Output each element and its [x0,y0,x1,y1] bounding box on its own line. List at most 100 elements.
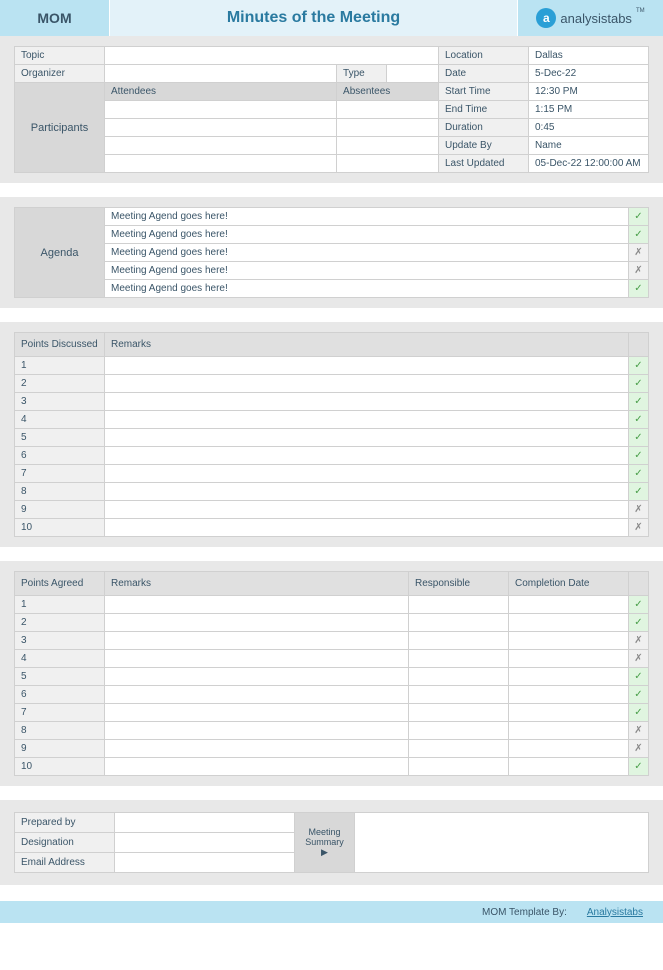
remarks-cell[interactable] [105,632,409,650]
updateby-value[interactable]: Name [529,137,649,155]
remarks-cell[interactable] [105,483,629,501]
remarks-cell[interactable] [105,650,409,668]
responsible-cell[interactable] [409,704,509,722]
responsible-cell[interactable] [409,614,509,632]
status-icon: ✗ [629,740,649,758]
agenda-item[interactable]: Meeting Agend goes here! [105,280,629,298]
agenda-section: AgendaMeeting Agend goes here!✓Meeting A… [0,197,663,308]
status-icon: ✓ [629,447,649,465]
completion-cell[interactable] [509,632,629,650]
agreed-col4: Completion Date [509,572,629,596]
start-label: Start Time [439,83,529,101]
responsible-cell[interactable] [409,668,509,686]
attendee-cell[interactable] [105,137,337,155]
absentee-cell[interactable] [337,155,439,173]
responsible-cell[interactable] [409,596,509,614]
attendee-cell[interactable] [105,101,337,119]
remarks-cell[interactable] [105,668,409,686]
completion-cell[interactable] [509,614,629,632]
completion-cell[interactable] [509,650,629,668]
responsible-cell[interactable] [409,686,509,704]
status-icon: ✗ [629,244,649,262]
remarks-cell[interactable] [105,614,409,632]
responsible-cell[interactable] [409,722,509,740]
responsible-cell[interactable] [409,758,509,776]
agenda-item[interactable]: Meeting Agend goes here! [105,244,629,262]
completion-cell[interactable] [509,758,629,776]
row-num: 4 [15,411,105,429]
remarks-cell[interactable] [105,722,409,740]
responsible-cell[interactable] [409,632,509,650]
participants-label: Participants [15,83,105,173]
attendee-cell[interactable] [105,119,337,137]
duration-value[interactable]: 0:45 [529,119,649,137]
summary-value[interactable] [355,813,649,873]
discussed-col1: Points Discussed [15,333,105,357]
type-label: Type [337,65,387,83]
absentee-cell[interactable] [337,137,439,155]
completion-cell[interactable] [509,596,629,614]
completion-cell[interactable] [509,704,629,722]
status-icon: ✓ [629,483,649,501]
duration-label: Duration [439,119,529,137]
remarks-cell[interactable] [105,758,409,776]
remarks-cell[interactable] [105,447,629,465]
remarks-cell[interactable] [105,411,629,429]
status-icon: ✗ [629,722,649,740]
agenda-item[interactable]: Meeting Agend goes here! [105,226,629,244]
row-num: 8 [15,483,105,501]
organizer-value[interactable] [105,65,337,83]
lastupdated-value[interactable]: 05-Dec-22 12:00:00 AM [529,155,649,173]
updateby-label: Update By [439,137,529,155]
type-value[interactable] [387,65,439,83]
agreed-status-header [629,572,649,596]
remarks-cell[interactable] [105,465,629,483]
prepared-value[interactable] [115,813,295,833]
remarks-cell[interactable] [105,375,629,393]
remarks-cell[interactable] [105,686,409,704]
absentee-cell[interactable] [337,101,439,119]
remarks-cell[interactable] [105,357,629,375]
discussed-status-header [629,333,649,357]
discussed-section: Points Discussed Remarks 1✓2✓3✓4✓5✓6✓7✓8… [0,322,663,547]
remarks-cell[interactable] [105,740,409,758]
topic-value[interactable] [105,47,439,65]
absentee-cell[interactable] [337,119,439,137]
credit-link[interactable]: Analysistabs [587,907,643,918]
status-icon: ✓ [629,429,649,447]
location-label: Location [439,47,529,65]
email-value[interactable] [115,853,295,873]
remarks-cell[interactable] [105,596,409,614]
status-icon: ✗ [629,262,649,280]
row-num: 3 [15,393,105,411]
row-num: 6 [15,447,105,465]
designation-value[interactable] [115,833,295,853]
summary-label[interactable]: MeetingSummary▶ [295,813,355,873]
agenda-table: AgendaMeeting Agend goes here!✓Meeting A… [14,207,649,298]
agenda-item[interactable]: Meeting Agend goes here! [105,208,629,226]
attendee-cell[interactable] [105,155,337,173]
remarks-cell[interactable] [105,429,629,447]
responsible-cell[interactable] [409,650,509,668]
row-num: 7 [15,465,105,483]
agreed-col2: Remarks [105,572,409,596]
end-value[interactable]: 1:15 PM [529,101,649,119]
date-value[interactable]: 5-Dec-22 [529,65,649,83]
remarks-cell[interactable] [105,519,629,537]
header: MOM Minutes of the Meeting a analysistab… [0,0,663,36]
remarks-cell[interactable] [105,704,409,722]
row-num: 9 [15,740,105,758]
remarks-cell[interactable] [105,501,629,519]
agenda-item[interactable]: Meeting Agend goes here! [105,262,629,280]
completion-cell[interactable] [509,686,629,704]
discussed-table: Points Discussed Remarks 1✓2✓3✓4✓5✓6✓7✓8… [14,332,649,537]
row-num: 6 [15,686,105,704]
row-num: 3 [15,632,105,650]
completion-cell[interactable] [509,722,629,740]
remarks-cell[interactable] [105,393,629,411]
completion-cell[interactable] [509,740,629,758]
responsible-cell[interactable] [409,740,509,758]
location-value[interactable]: Dallas [529,47,649,65]
completion-cell[interactable] [509,668,629,686]
start-value[interactable]: 12:30 PM [529,83,649,101]
